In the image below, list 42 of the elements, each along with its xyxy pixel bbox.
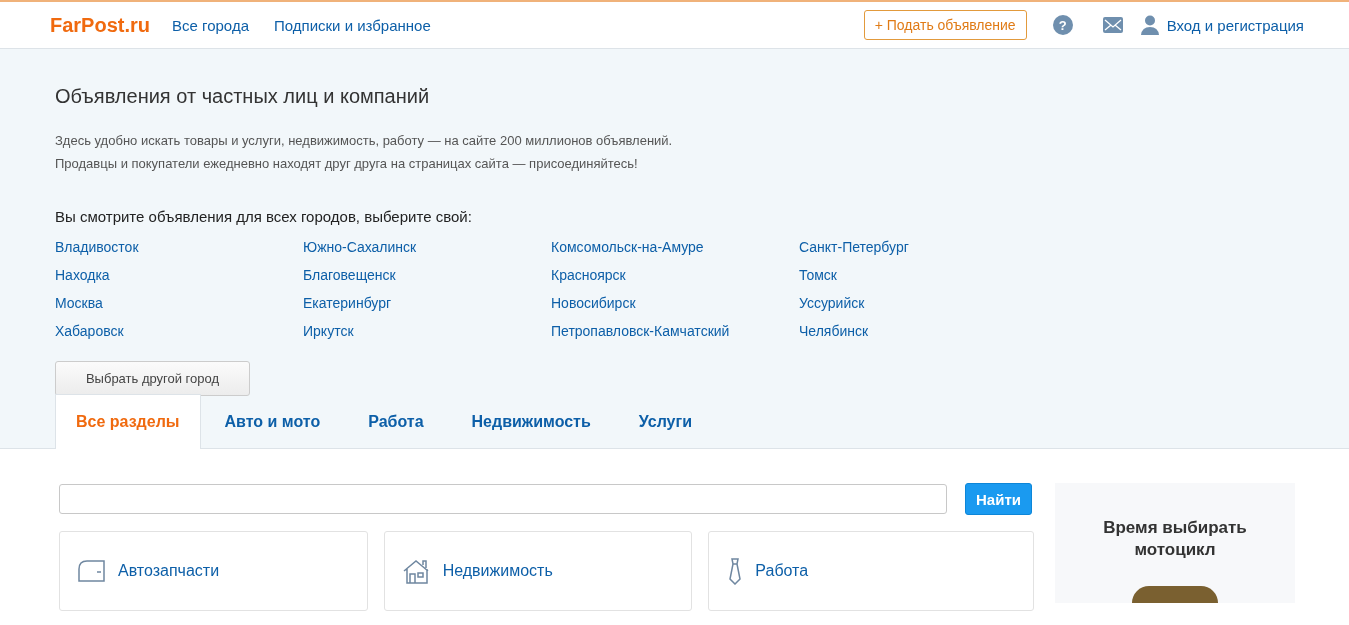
city-link[interactable]: Челябинск [799,317,1047,345]
mail-icon[interactable] [1102,17,1123,33]
city-link[interactable]: Томск [799,261,1047,289]
city-link[interactable]: Екатеринбург [303,289,551,317]
choose-city-button[interactable]: Выбрать другой город [55,361,250,396]
city-link[interactable]: Благовещенск [303,261,551,289]
city-link[interactable]: Санкт-Петербург [799,233,1047,261]
category-card[interactable]: Автозапчасти [59,531,368,611]
category-card[interactable]: Недвижимость [383,531,693,611]
city-link[interactable]: Южно-Сахалинск [303,233,551,261]
hero-title: Объявления от частных лиц и компаний [55,85,431,108]
city-link[interactable]: Владивосток [55,233,303,261]
login-link[interactable]: Вход и регистрация [1166,16,1304,34]
city-link[interactable]: Комсомольск-на-Амуре [551,233,799,261]
city-link[interactable]: Находка [55,261,303,289]
category-link[interactable]: Недвижимость [442,562,553,580]
tie-icon [727,557,744,585]
city-link[interactable]: Москва [55,289,303,317]
category-tab[interactable]: Работа [344,394,448,449]
city-prompt: Вы смотрите объявления для всех городов, выберите свой: [55,208,473,225]
category-card[interactable]: Работа [708,531,1034,611]
nav-link[interactable]: Подписки и избранное [274,16,431,34]
user-icon [1140,15,1159,35]
category-tab[interactable]: Авто и мото [200,394,345,449]
help-icon[interactable]: ? [1052,15,1073,35]
hero-text: Здесь удобно искать товары и услуги, недвижимость, работу — на сайте 200 миллионов объявлений. [55,132,674,150]
city-link[interactable]: Хабаровск [55,317,303,345]
city-link[interactable]: Новосибирск [551,289,799,317]
search-field[interactable] [59,484,947,514]
category-link[interactable]: Автозапчасти [118,562,220,580]
city-link[interactable]: Петропавловск-Камчатский [551,317,799,345]
category-tab[interactable]: Услуги [614,394,716,449]
category-link[interactable]: Работа [755,562,809,580]
car-door-icon [78,559,106,583]
nav-link[interactable]: Все города [172,16,249,34]
city-link[interactable]: Иркутск [303,317,551,345]
city-link[interactable]: Уссурийск [799,289,1047,317]
promo-title: Время выбирать мотоцикл [1102,517,1248,561]
city-link[interactable]: Красноярск [551,261,799,289]
hero-text: Продавцы и покупатели ежедневно находят друг друга на страницах сайта — присоединяйтесь! [55,155,639,173]
house-icon [402,558,431,584]
category-tab[interactable]: Недвижимость [447,394,615,449]
